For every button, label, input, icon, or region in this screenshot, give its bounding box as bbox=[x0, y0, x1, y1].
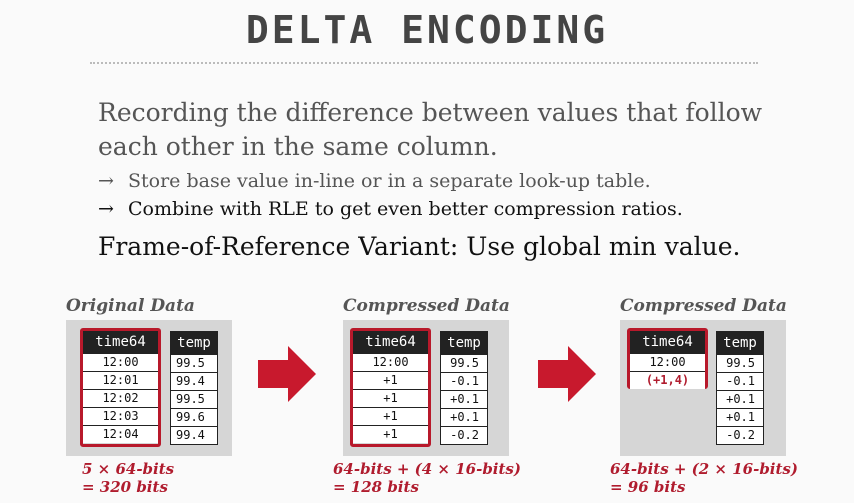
table-cell: 99.5 bbox=[171, 354, 217, 372]
rle-run-cell: (+1,4) bbox=[630, 371, 705, 389]
table-cell: 99.5 bbox=[717, 354, 763, 372]
table-cell: +0.1 bbox=[441, 390, 487, 408]
note-line: 64-bits + (2 × 16-bits) bbox=[610, 460, 798, 478]
note-line: 5 × 64-bits bbox=[82, 460, 175, 478]
column-header: time64 bbox=[83, 331, 158, 353]
table-cell: -0.1 bbox=[441, 372, 487, 390]
table-cell: 12:00 bbox=[353, 353, 428, 371]
right-arrow-icon bbox=[538, 346, 596, 402]
table-cell: +1 bbox=[353, 389, 428, 407]
table-cell: 12:04 bbox=[83, 425, 158, 443]
table-cell: +0.1 bbox=[717, 408, 763, 426]
table-cell: 12:02 bbox=[83, 389, 158, 407]
intro-line-1: Recording the difference between values … bbox=[98, 98, 763, 127]
table-cell: -0.2 bbox=[717, 426, 763, 444]
slide-title: DELTA ENCODING bbox=[245, 8, 609, 52]
table-cell: 99.6 bbox=[171, 408, 217, 426]
note-line: 64-bits + (4 × 16-bits) bbox=[333, 460, 521, 478]
table-cell: 12:03 bbox=[83, 407, 158, 425]
table-cell: -0.2 bbox=[441, 426, 487, 444]
intro-line-2: each other in the same column. bbox=[98, 132, 498, 161]
note-line: = 128 bits bbox=[333, 478, 419, 496]
table-cell: 99.4 bbox=[171, 426, 217, 444]
right-arrow-icon: → bbox=[98, 170, 114, 192]
temp-column-compressed: temp 99.5 -0.1 +0.1 +0.1 -0.2 bbox=[440, 331, 488, 445]
column-header: temp bbox=[171, 332, 217, 354]
time-column-original: time64 12:00 12:01 12:02 12:03 12:04 bbox=[83, 331, 158, 443]
table-cell: 12:00 bbox=[83, 353, 158, 371]
size-note-compressed-rle: 64-bits + (2 × 16-bits) = 96 bits bbox=[610, 460, 798, 496]
size-note-compressed: 64-bits + (4 × 16-bits) = 128 bits bbox=[333, 460, 521, 496]
table-cell: 99.5 bbox=[441, 354, 487, 372]
table-cell: 99.5 bbox=[171, 390, 217, 408]
panel-label-original: Original Data bbox=[66, 296, 195, 316]
title-divider bbox=[90, 62, 758, 64]
bullet-text: Store base value in-line or in a separat… bbox=[128, 170, 651, 192]
variant-paragraph: Frame-of-Reference Variant: Use global m… bbox=[98, 232, 741, 261]
slide: DELTA ENCODING Recording the difference … bbox=[0, 0, 854, 503]
bullet-1: → Store base value in-line or in a separa… bbox=[98, 170, 651, 192]
right-arrow-icon: → bbox=[98, 198, 114, 220]
intro-paragraph: Recording the difference between values … bbox=[98, 96, 778, 164]
column-header: time64 bbox=[353, 331, 428, 353]
bullet-text: Combine with RLE to get even better comp… bbox=[128, 198, 683, 220]
time-column-rle: time64 12:00 (+1,4) bbox=[630, 331, 705, 389]
column-header: temp bbox=[441, 332, 487, 354]
table-cell: +1 bbox=[353, 407, 428, 425]
table-cell: +0.1 bbox=[441, 408, 487, 426]
bullet-2: → Combine with RLE to get even better com… bbox=[98, 198, 683, 220]
table-cell: 12:00 bbox=[630, 353, 705, 371]
column-header: temp bbox=[717, 332, 763, 354]
temp-column-original: temp 99.5 99.4 99.5 99.6 99.4 bbox=[170, 331, 218, 445]
table-cell: +0.1 bbox=[717, 390, 763, 408]
time-column-compressed: time64 12:00 +1 +1 +1 +1 bbox=[353, 331, 428, 443]
table-cell: 12:01 bbox=[83, 371, 158, 389]
note-line: = 96 bits bbox=[610, 478, 686, 496]
note-line: = 320 bits bbox=[82, 478, 168, 496]
right-arrow-icon bbox=[258, 346, 316, 402]
panel-label-compressed: Compressed Data bbox=[343, 296, 510, 316]
temp-column-rle: temp 99.5 -0.1 +0.1 +0.1 -0.2 bbox=[716, 331, 764, 445]
table-cell: +1 bbox=[353, 371, 428, 389]
table-cell: +1 bbox=[353, 425, 428, 443]
size-note-original: 5 × 64-bits = 320 bits bbox=[82, 460, 174, 496]
table-cell: 99.4 bbox=[171, 372, 217, 390]
panel-label-compressed-rle: Compressed Data bbox=[620, 296, 787, 316]
column-header: time64 bbox=[630, 331, 705, 353]
table-cell: -0.1 bbox=[717, 372, 763, 390]
